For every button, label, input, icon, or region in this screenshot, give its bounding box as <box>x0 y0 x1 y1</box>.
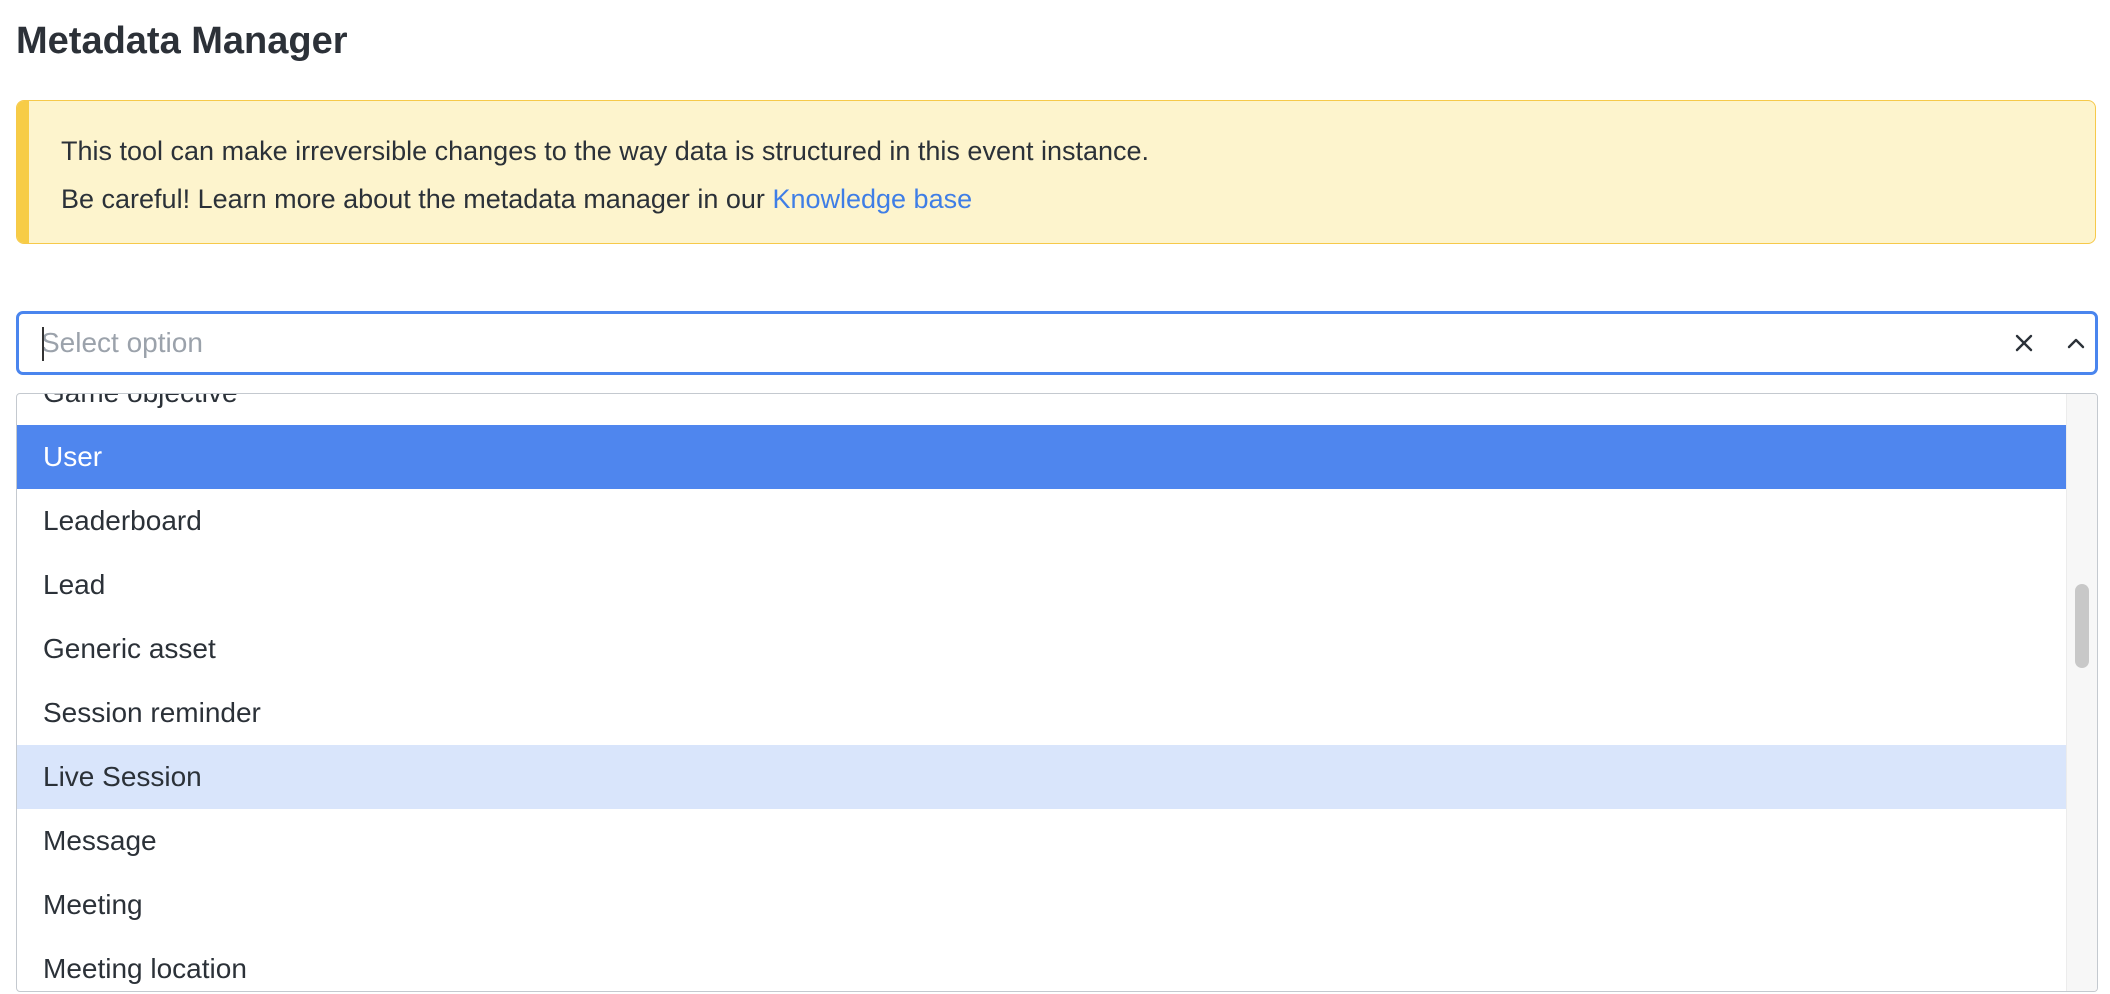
options-list: Game objectiveUserLeaderboardLeadGeneric… <box>17 394 2067 991</box>
page-title: Metadata Manager <box>16 20 348 62</box>
alert-message-text: Be careful! Learn more about the metadat… <box>61 184 765 214</box>
option-item[interactable]: Meeting location <box>17 937 2067 991</box>
option-item[interactable]: Lead <box>17 553 2067 617</box>
option-item[interactable]: Live Session <box>17 745 2067 809</box>
option-item[interactable]: Meeting <box>17 873 2067 937</box>
close-icon[interactable] <box>2009 328 2039 358</box>
metadata-type-select[interactable] <box>16 311 2098 375</box>
scrollbar-track[interactable] <box>2066 394 2097 991</box>
alert-accent-bar <box>17 101 29 243</box>
options-dropdown: Game objectiveUserLeaderboardLeadGeneric… <box>16 393 2098 992</box>
option-item[interactable]: Leaderboard <box>17 489 2067 553</box>
option-item[interactable]: Generic asset <box>17 617 2067 681</box>
select-search-input[interactable] <box>41 324 1941 362</box>
warning-alert: This tool can make irreversible changes … <box>16 100 2096 244</box>
option-item[interactable]: Game objective <box>17 394 2067 425</box>
knowledge-base-link[interactable]: Knowledge base <box>772 184 972 214</box>
option-item[interactable]: Session reminder <box>17 681 2067 745</box>
alert-message-line-1: This tool can make irreversible changes … <box>61 136 1150 166</box>
text-cursor <box>42 327 44 361</box>
alert-message-line-2: Be careful! Learn more about the metadat… <box>61 181 972 217</box>
scrollbar-thumb[interactable] <box>2075 584 2089 668</box>
chevron-up-icon[interactable] <box>2061 328 2091 358</box>
option-item[interactable]: User <box>17 425 2067 489</box>
option-item[interactable]: Message <box>17 809 2067 873</box>
